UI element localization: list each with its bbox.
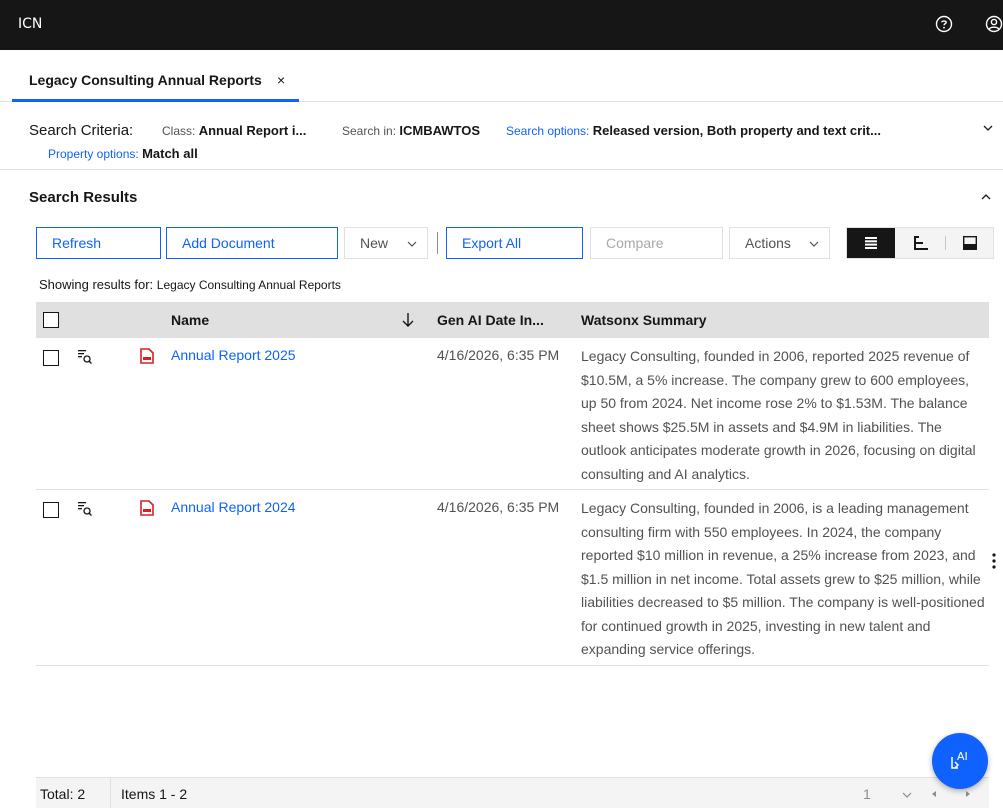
ai-launch-icon: AI [951,750,968,769]
items-range: Items 1 - 2 [121,786,188,802]
column-header-summary[interactable]: Watsonx Summary [581,312,707,328]
tab-legacy-consulting-annual-reports[interactable]: Legacy Consulting Annual Reports × [12,50,299,102]
total-count: Total: 2 [40,786,86,802]
row-checkbox[interactable] [43,502,59,518]
table-header: Name Gen AI Date In... Watsonx Summary [36,302,989,338]
showing-query: Legacy Consulting Annual Reports [156,278,341,292]
help-icon[interactable] [935,15,953,33]
view-switcher [846,227,994,259]
pagination-bar: Total: 2 Items 1 - 2 1 [36,777,989,808]
class-value: Annual Report i... [198,123,307,138]
criteria-title: Search Criteria: [29,122,133,139]
chevron-down-icon[interactable] [902,790,912,800]
showing-results-text: Showing results for: Legacy Consulting A… [39,277,341,292]
app-name: ICN [18,16,43,32]
overflow-menu-icon[interactable] [991,552,997,570]
ai-label: AI [957,750,968,763]
top-header: ICN [0,0,1003,50]
new-dropdown[interactable]: New [344,227,428,259]
add-document-button[interactable]: Add Document [166,227,338,259]
actions-dropdown[interactable]: Actions [729,227,830,259]
page-number-select[interactable]: 1 [863,786,871,802]
details-view-button[interactable] [847,228,895,258]
watsonx-summary: Legacy Consulting, founded in 2006, is a… [581,500,985,657]
footer-divider [110,778,111,808]
ai-assistant-button[interactable]: AI [932,733,988,789]
pdf-icon [140,500,154,516]
caret-left-icon[interactable] [929,789,939,799]
gen-ai-date: 4/16/2026, 6:35 PM [437,347,560,363]
chevron-down-icon [809,241,819,247]
preview-icon[interactable] [77,348,93,366]
showing-prefix: Showing results for: [39,277,154,292]
column-header-name[interactable]: Name [171,312,209,328]
sort-arrow-down-icon[interactable] [401,312,415,328]
search-options-value: Released version, Both property and text… [592,123,881,138]
table-row[interactable]: Annual Report 2024 4/16/2026, 6:35 PM Le… [36,490,989,666]
tab-bar: Legacy Consulting Annual Reports × [0,50,1003,102]
criteria-title-label: Search Criteria: [29,122,134,139]
property-options-value: Match all [142,146,198,161]
caret-right-icon[interactable] [963,789,973,799]
preview-icon[interactable] [77,500,93,518]
chevron-down-icon[interactable] [982,122,994,134]
table-row[interactable]: Annual Report 2025 4/16/2026, 6:35 PM Le… [36,338,989,490]
select-all-checkbox[interactable] [43,312,59,328]
actions-label: Actions [745,235,791,251]
search-in-value: ICMBAWTOS [399,123,481,138]
new-label: New [360,235,389,251]
gen-ai-date: 4/16/2026, 6:35 PM [437,499,560,515]
tree-view-icon [914,236,928,250]
search-criteria: Search Criteria: Class: Annual Report i.… [0,102,1003,170]
filmstrip-view-icon [963,236,977,250]
close-icon[interactable]: × [277,72,285,88]
refresh-button[interactable]: Refresh [36,227,161,259]
toolbar-divider [437,232,438,254]
document-name-link[interactable]: Annual Report 2024 [171,499,296,515]
tab-label: Legacy Consulting Annual Reports [29,72,262,88]
export-all-button[interactable]: Export All [446,227,583,259]
column-header-date[interactable]: Gen AI Date In... [437,312,544,328]
tree-view-button[interactable] [897,228,945,258]
criteria-property-options: Property options: Match all [48,146,198,161]
compare-button[interactable]: Compare [590,227,723,259]
row-checkbox[interactable] [43,350,59,366]
criteria-search-options: Search options: Released version, Both p… [506,123,881,138]
chevron-down-icon [407,241,417,247]
chevron-up-icon[interactable] [980,191,992,203]
search-options-label: Search options: [506,124,590,138]
document-name-link[interactable]: Annual Report 2025 [171,347,296,363]
criteria-search-in: Search in: ICMBAWTOS [342,123,480,138]
search-results-title: Search Results [29,189,138,206]
criteria-class: Class: Annual Report i... [162,123,306,138]
class-label: Class: [162,124,196,138]
pdf-icon [140,348,154,364]
list-view-icon [865,237,877,249]
filmstrip-view-button[interactable] [946,228,994,258]
watsonx-summary: Legacy Consulting, founded in 2006, repo… [581,348,976,482]
search-in-label: Search in: [342,124,397,138]
user-icon[interactable] [985,15,1003,33]
property-options-label: Property options: [48,147,139,161]
